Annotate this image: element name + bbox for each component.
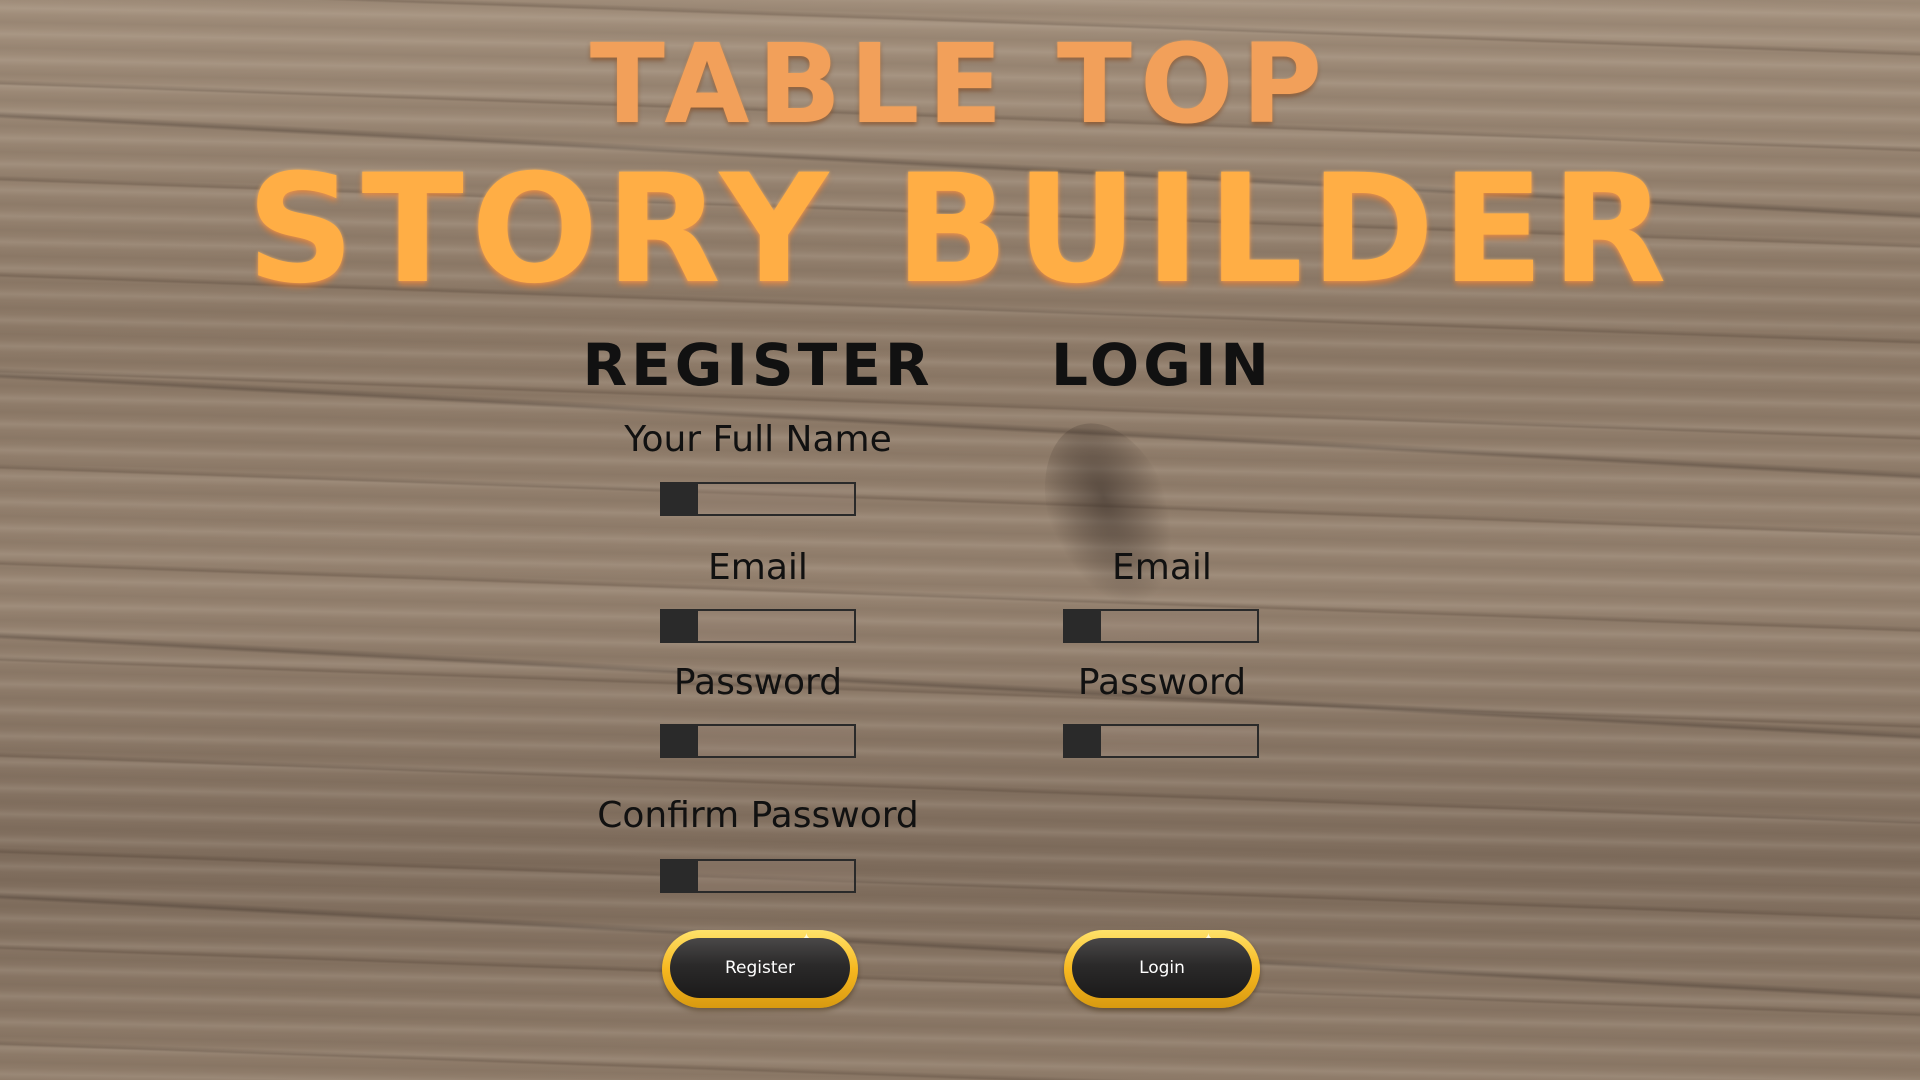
register-full-name-field[interactable]: [660, 482, 856, 516]
register-email-label: Email: [708, 547, 808, 588]
register-email-field[interactable]: [660, 609, 856, 643]
login-button-core: Login: [1072, 938, 1252, 998]
login-email-field[interactable]: [1063, 609, 1259, 643]
login-password-label: Password: [1077, 662, 1247, 703]
register-heading: REGISTER: [582, 331, 934, 399]
login-password-input[interactable]: [1101, 726, 1257, 756]
register-confirm-password-input[interactable]: [698, 861, 854, 891]
register-password-field[interactable]: [660, 724, 856, 758]
register-full-name-label: Your Full Name: [624, 419, 892, 460]
login-button-label: Login: [1139, 958, 1185, 978]
field-cap: [662, 726, 698, 756]
login-button[interactable]: ✦ Login: [1064, 930, 1260, 1008]
login-email-label: Email: [1112, 547, 1212, 588]
login-email-input[interactable]: [1101, 611, 1257, 641]
app-title-top: TABLE TOP: [589, 20, 1331, 148]
register-button-label: Register: [725, 958, 795, 978]
register-email-input[interactable]: [698, 611, 854, 641]
register-password-label: Password: [673, 662, 843, 703]
field-cap: [662, 484, 698, 514]
register-confirm-password-field[interactable]: [660, 859, 856, 893]
register-button[interactable]: ✦ Register: [662, 930, 858, 1008]
login-heading: LOGIN: [1051, 331, 1273, 399]
app-title-main: STORY BUILDER: [246, 143, 1674, 317]
field-cap: [1065, 726, 1101, 756]
field-cap: [662, 611, 698, 641]
field-cap: [1065, 611, 1101, 641]
field-cap: [662, 861, 698, 891]
wood-knot: [1021, 405, 1199, 625]
register-button-core: Register: [670, 938, 850, 998]
register-password-input[interactable]: [698, 726, 854, 756]
register-confirm-password-label: Confirm Password: [597, 795, 919, 836]
login-password-field[interactable]: [1063, 724, 1259, 758]
register-full-name-input[interactable]: [698, 484, 854, 514]
